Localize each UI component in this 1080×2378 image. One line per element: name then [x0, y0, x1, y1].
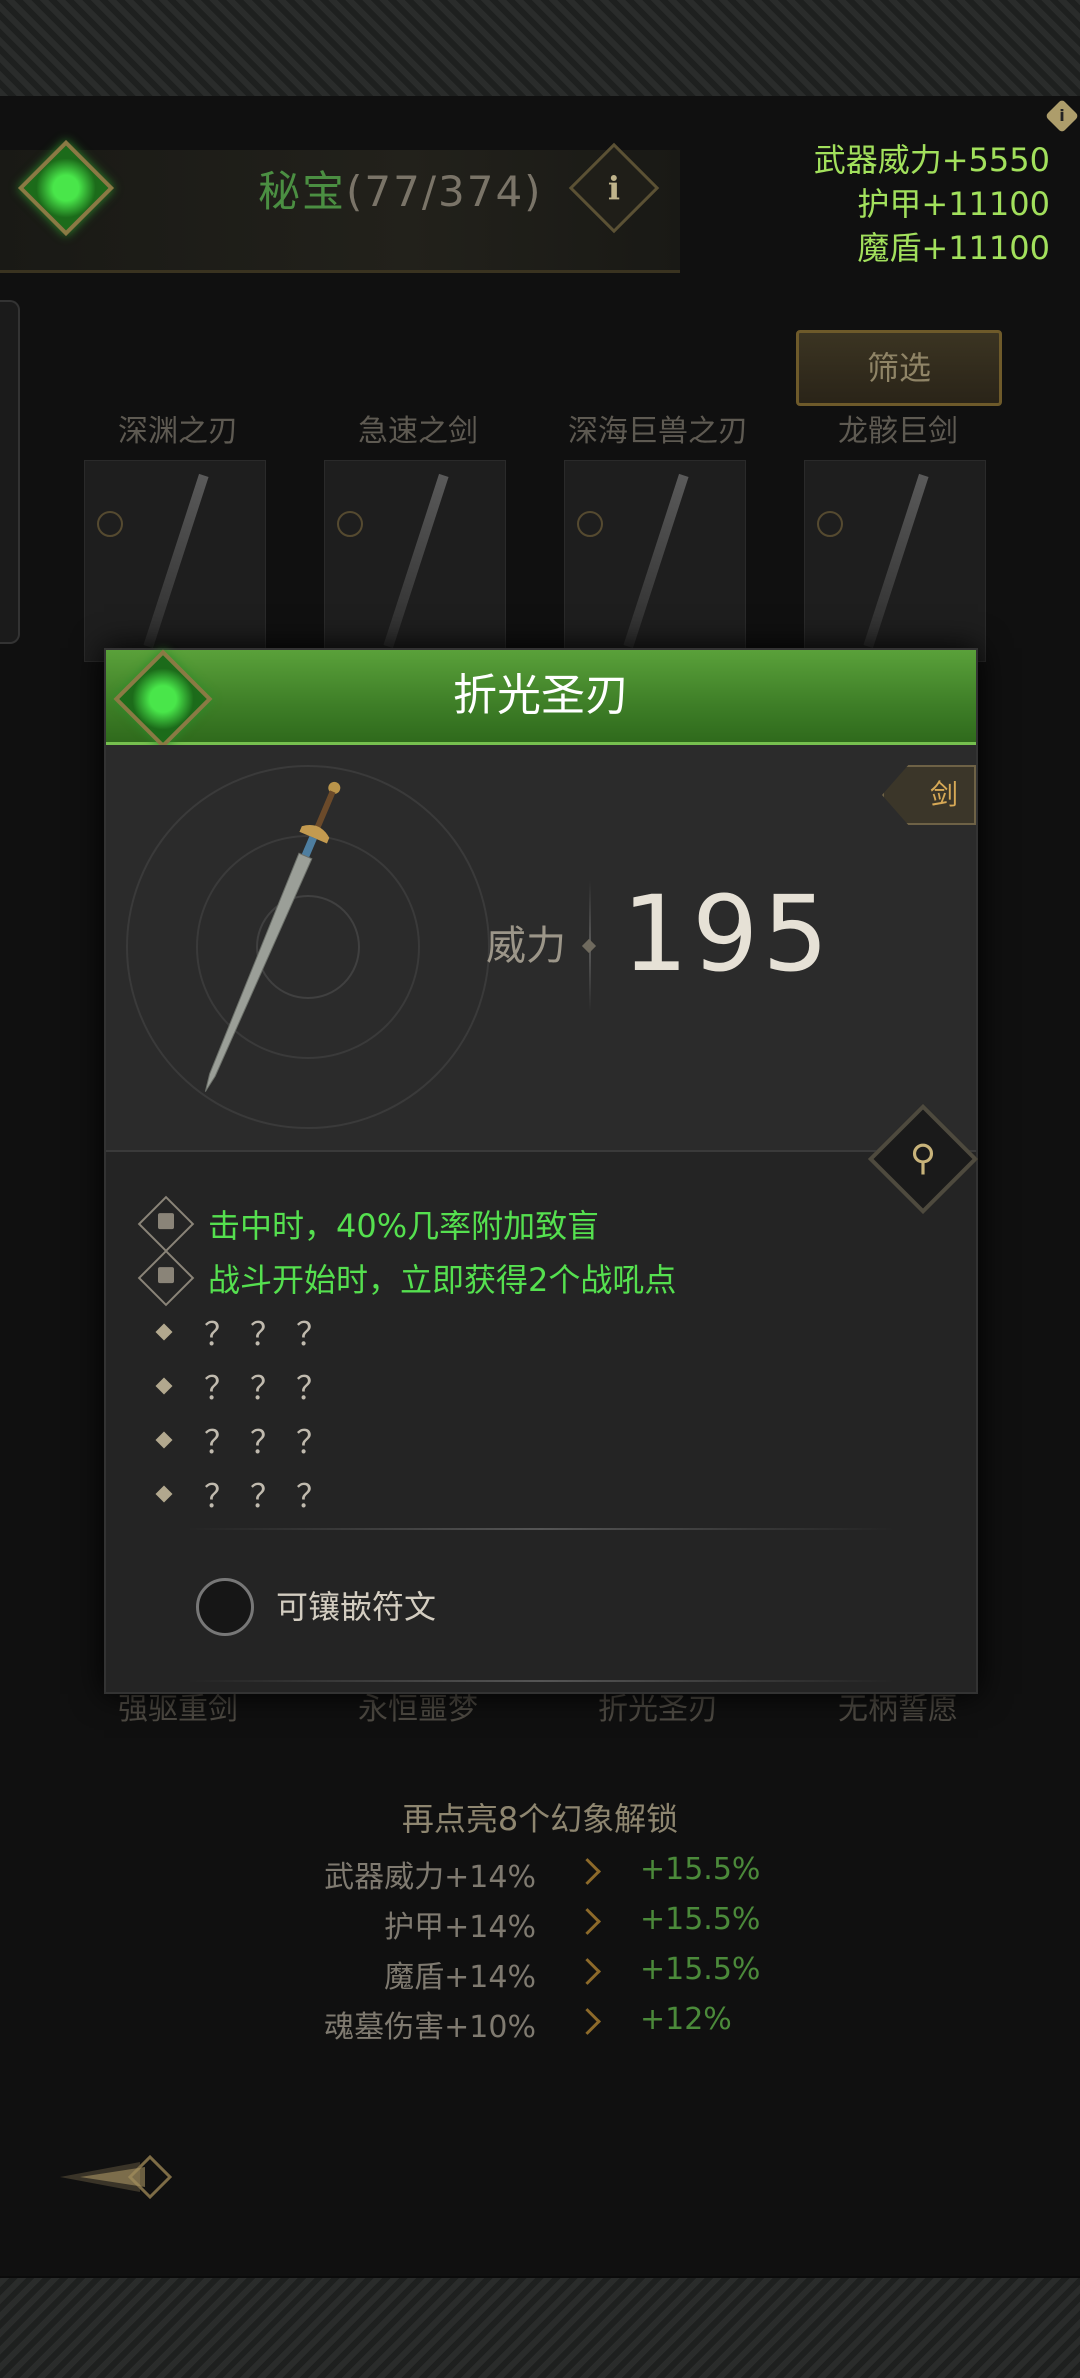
bonus-current: 魔盾+14% — [384, 1960, 536, 1995]
effect-row: ？？？ — [146, 1470, 342, 1518]
side-tab[interactable] — [0, 300, 20, 644]
diamond-bullet-icon — [155, 1485, 173, 1503]
power-value: 195 — [622, 873, 833, 995]
bonus-current: 武器威力+14% — [324, 1860, 536, 1895]
item-card[interactable] — [84, 460, 266, 662]
top-ornate-bar — [0, 0, 1080, 98]
diamond-bullet-icon — [155, 1431, 173, 1449]
weapon-type-text: 剑 — [929, 778, 958, 811]
modal-title: 折光圣刃 — [453, 670, 629, 721]
bonus-current: 护甲+14% — [384, 1910, 536, 1945]
bonus-current: 魂墓伤害+10% — [324, 2010, 536, 2045]
info-icon: i — [607, 169, 621, 207]
collection-count: (77/374) — [346, 167, 543, 216]
effect-row: 击中时，40%几率附加致盲 — [137, 1195, 600, 1253]
effect-text: ？？？ — [204, 1477, 343, 1515]
bonus-row: 魔盾+14% +15.5% — [0, 1952, 1080, 2002]
page-title-text: 秘宝 — [258, 167, 347, 216]
page-title: 秘宝(77/374) — [258, 158, 543, 219]
rune-slot[interactable] — [196, 1578, 254, 1636]
item-card[interactable] — [804, 460, 986, 662]
diamond-bullet-icon — [155, 1377, 173, 1395]
effect-text: 战斗开始时，立即获得2个战吼点 — [208, 1261, 677, 1299]
effect-text: 击中时，40%几率附加致盲 — [208, 1207, 600, 1245]
item-name: 深渊之刃 — [118, 414, 238, 449]
stats-info-icon[interactable]: i — [1045, 99, 1079, 133]
effect-row: ？？？ — [146, 1308, 342, 1356]
bonus-row: 护甲+14% +15.5% — [0, 1902, 1080, 1952]
effect-row: 战斗开始时，立即获得2个战吼点 — [137, 1249, 677, 1307]
weapon-display: 剑 威力 195 — [106, 745, 976, 1152]
divider-dot — [581, 938, 597, 954]
magnifier-icon: ⚲ — [909, 1138, 937, 1179]
divider — [186, 1680, 896, 1682]
item-name: 急速之剑 — [358, 414, 478, 449]
effect-text: ？？？ — [204, 1315, 343, 1353]
item-card[interactable] — [324, 460, 506, 662]
unlock-title: 再点亮8个幻象解锁 — [401, 1800, 679, 1838]
arrow-icon — [574, 2008, 601, 2035]
bonus-next: +15.5% — [640, 1952, 761, 1987]
arrow-icon — [574, 1908, 601, 1935]
power-label: 威力 — [486, 923, 566, 969]
stat-weapon-power: 武器威力+5550 — [813, 141, 1050, 179]
effect-row: ？？？ — [146, 1416, 342, 1464]
bottom-ornate-bar — [0, 2276, 1080, 2378]
weapon-type-tag: 剑 — [882, 765, 976, 825]
arrow-icon — [574, 1958, 601, 1985]
effect-text: ？？？ — [204, 1369, 343, 1407]
item-name: 龙骸巨剑 — [838, 414, 958, 449]
bonus-next: +15.5% — [640, 1852, 761, 1887]
filter-button[interactable]: 筛选 — [796, 330, 1002, 406]
total-stats: 武器威力+5550 护甲+11100 魔盾+11100 — [814, 138, 1050, 270]
rune-label: 可镶嵌符文 — [276, 1588, 437, 1626]
divider — [186, 1528, 896, 1530]
bonus-row: 魂墓伤害+10% +12% — [0, 2002, 1080, 2052]
bonus-next: +12% — [640, 2002, 732, 2037]
item-detail-modal: 折光圣刃 剑 威力 195 ⚲ 击中时，40%几率附加致盲 战斗开始时，立即获得… — [104, 648, 979, 1694]
lock-icon — [137, 1195, 195, 1253]
item-card[interactable] — [564, 460, 746, 662]
stat-armor: 护甲+11100 — [857, 185, 1050, 223]
effect-text: ？？？ — [204, 1423, 343, 1461]
bonus-row: 武器威力+14% +15.5% — [0, 1852, 1080, 1902]
back-arrow-icon[interactable] — [20, 2142, 190, 2212]
lock-icon — [137, 1249, 195, 1307]
effect-row: ？？？ — [146, 1362, 342, 1410]
bonus-next: +15.5% — [640, 1902, 761, 1937]
item-name: 深海巨兽之刃 — [568, 414, 748, 449]
stat-magic-shield: 魔盾+11100 — [857, 229, 1050, 267]
arrow-icon — [574, 1858, 601, 1885]
diamond-bullet-icon — [155, 1323, 173, 1341]
